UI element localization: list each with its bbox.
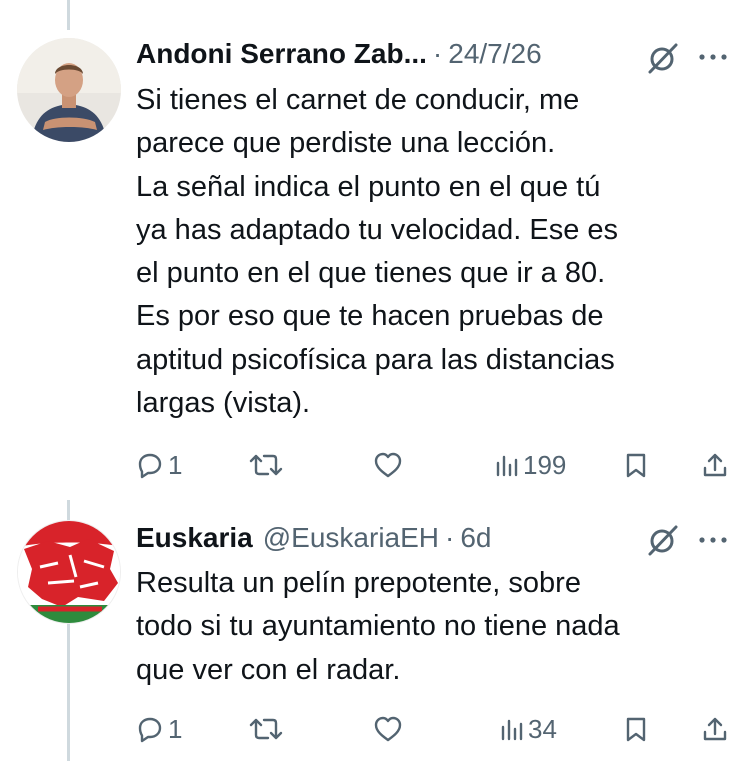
tweet-date[interactable]: 6d xyxy=(460,522,491,554)
tweet-text-line: La señal indica el punto en el que tú xyxy=(136,170,601,203)
reply-icon xyxy=(138,453,162,479)
tweet-header: Euskaria @EuskariaEH · 6d xyxy=(136,518,732,558)
reply-count: 1 xyxy=(168,713,183,744)
share-icon xyxy=(703,717,727,741)
bookmark-icon xyxy=(626,717,646,742)
like-icon xyxy=(374,452,402,478)
tweet-text-line: Es por eso que te hacen pruebas de xyxy=(136,300,604,333)
retweet-button[interactable] xyxy=(248,448,284,482)
views-icon xyxy=(496,455,518,477)
more-icon[interactable] xyxy=(698,535,728,545)
tweet[interactable]: Andoni Serrano Zab... · 24/7/26 Si tiene… xyxy=(0,0,732,500)
tweet-date[interactable]: 24/7/26 xyxy=(448,38,541,70)
like-button[interactable] xyxy=(373,448,403,482)
avatar[interactable] xyxy=(17,38,121,142)
share-button[interactable] xyxy=(702,448,728,482)
tweet-text-line: todo si tu ayuntamiento no tiene nada xyxy=(136,610,620,643)
more-icon[interactable] xyxy=(698,52,728,62)
bookmark-button[interactable] xyxy=(624,448,648,482)
tweet-text-line: Si tienes el carnet de conducir, me xyxy=(136,84,580,116)
author-name[interactable]: Andoni Serrano Zab... xyxy=(136,38,427,70)
bookmark-icon xyxy=(626,453,646,478)
reply-icon xyxy=(138,717,162,743)
tweet-text-line: ya has adaptado tu velocidad. Ese es xyxy=(136,213,619,246)
views-button[interactable]: 34 xyxy=(500,712,557,746)
like-icon xyxy=(374,716,402,742)
reply-button[interactable]: 1 xyxy=(136,712,182,746)
avatar[interactable] xyxy=(17,520,121,624)
share-button[interactable] xyxy=(702,712,728,746)
separator-dot: · xyxy=(445,522,455,553)
tweet-text: Resulta un pelín prepotente, sobre todo … xyxy=(136,562,726,692)
like-button[interactable] xyxy=(373,712,403,746)
tweet-text: Si tienes el carnet de conducir, me pare… xyxy=(136,79,726,425)
views-icon xyxy=(501,719,523,741)
grok-icon[interactable] xyxy=(646,523,680,557)
retweet-button[interactable] xyxy=(248,712,284,746)
share-icon xyxy=(703,453,727,477)
tweet-text-line: el punto en el que tienes que ir a 80. xyxy=(136,257,606,290)
tweet-text-line: aptitud psicofísica para las distancias xyxy=(136,343,615,376)
grok-icon[interactable] xyxy=(646,41,680,75)
retweet-icon xyxy=(249,454,283,476)
author-name[interactable]: Euskaria xyxy=(136,522,253,554)
tweet-text-line: parece que perdiste una lección. xyxy=(136,127,556,160)
tweet-text-line: largas (vista). xyxy=(136,387,311,420)
tweet-text-line: que ver con el radar. xyxy=(136,653,401,686)
views-button[interactable]: 199 xyxy=(495,448,566,482)
reply-count: 1 xyxy=(168,449,183,480)
separator-dot: · xyxy=(432,38,443,69)
tweet[interactable]: Euskaria @EuskariaEH · 6d Resulta un pel… xyxy=(0,500,732,761)
tweet-text-line: Resulta un pelín prepotente, sobre xyxy=(136,567,581,599)
retweet-icon xyxy=(249,718,283,740)
tweet-header: Andoni Serrano Zab... · 24/7/26 xyxy=(136,34,732,74)
reply-button[interactable]: 1 xyxy=(136,448,182,482)
views-count: 199 xyxy=(523,449,567,480)
bookmark-button[interactable] xyxy=(624,712,648,746)
author-handle[interactable]: @EuskariaEH xyxy=(263,522,439,554)
views-count: 34 xyxy=(528,713,557,744)
